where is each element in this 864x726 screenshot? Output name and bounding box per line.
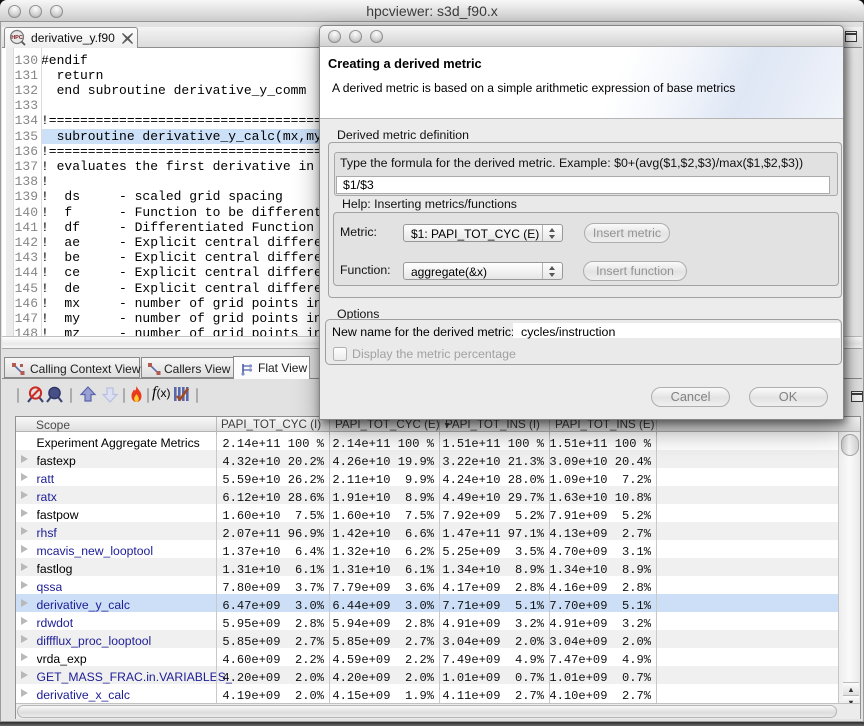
svg-text:HPC: HPC [11, 35, 23, 41]
